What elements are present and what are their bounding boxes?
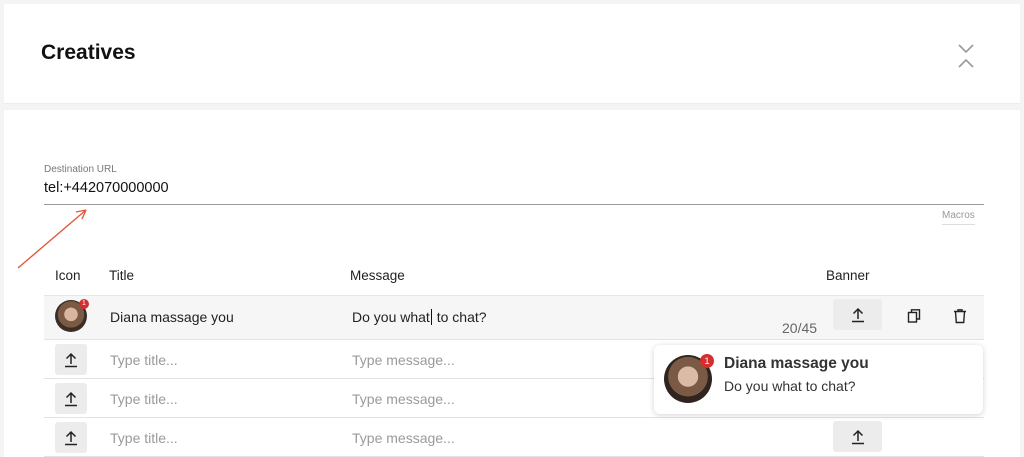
- column-header-message: Message: [350, 268, 405, 283]
- destination-url-input[interactable]: tel:+442070000000: [44, 180, 169, 196]
- icon-upload-cell[interactable]: 1: [55, 299, 89, 334]
- notification-badge: 1: [700, 354, 714, 368]
- character-counter: 20/45: [782, 320, 818, 336]
- annotation-arrow-icon: [17, 209, 87, 269]
- duplicate-button[interactable]: [902, 304, 926, 328]
- upload-icon: [851, 307, 864, 322]
- upload-icon: [851, 429, 864, 444]
- preview-avatar-wrap: 1: [664, 354, 714, 405]
- upload-icon: [65, 430, 77, 445]
- copy-icon: [907, 309, 921, 323]
- column-header-banner: Banner: [826, 268, 870, 283]
- trash-icon: [954, 309, 966, 324]
- close-icon: [958, 44, 974, 68]
- title-input[interactable]: Diana massage you: [110, 309, 234, 325]
- title-input[interactable]: Type title...: [110, 430, 178, 446]
- upload-icon: [65, 352, 77, 367]
- destination-url-label: Destination URL: [44, 164, 117, 175]
- title-input[interactable]: Type title...: [110, 391, 178, 407]
- close-button[interactable]: [952, 42, 980, 70]
- page-title: Creatives: [41, 41, 136, 64]
- banner-upload-button[interactable]: [833, 421, 882, 452]
- message-input[interactable]: Type message...: [352, 391, 455, 407]
- icon-upload-button[interactable]: [55, 422, 87, 453]
- icon-upload-button[interactable]: [55, 383, 87, 414]
- message-input[interactable]: Do you what to chat?: [352, 309, 487, 325]
- message-text-after-caret: to chat?: [432, 309, 487, 325]
- preview-message: Do you what to chat?: [724, 378, 856, 394]
- column-header-icon: Icon: [55, 268, 81, 283]
- title-input[interactable]: Type title...: [110, 352, 178, 368]
- text-caret: [430, 309, 432, 325]
- table-row: 1 Diana massage you Do you what to chat?…: [44, 296, 984, 340]
- notification-badge: 1: [79, 299, 89, 309]
- table-row: Type title... Type message...: [44, 418, 984, 457]
- message-text-before-caret: Do you what: [352, 309, 430, 325]
- dialog-header: [4, 4, 1020, 104]
- message-input[interactable]: Type message...: [352, 352, 455, 368]
- upload-icon: [65, 391, 77, 406]
- macros-button[interactable]: Macros: [942, 210, 975, 225]
- column-header-title: Title: [109, 268, 135, 283]
- destination-url-underline: [44, 204, 984, 205]
- preview-title: Diana massage you: [724, 355, 869, 372]
- notification-preview: 1 Diana massage you Do you what to chat?: [654, 345, 983, 414]
- message-input[interactable]: Type message...: [352, 430, 455, 446]
- delete-button[interactable]: [948, 304, 972, 328]
- banner-upload-button[interactable]: [833, 299, 882, 330]
- icon-upload-button[interactable]: [55, 344, 87, 375]
